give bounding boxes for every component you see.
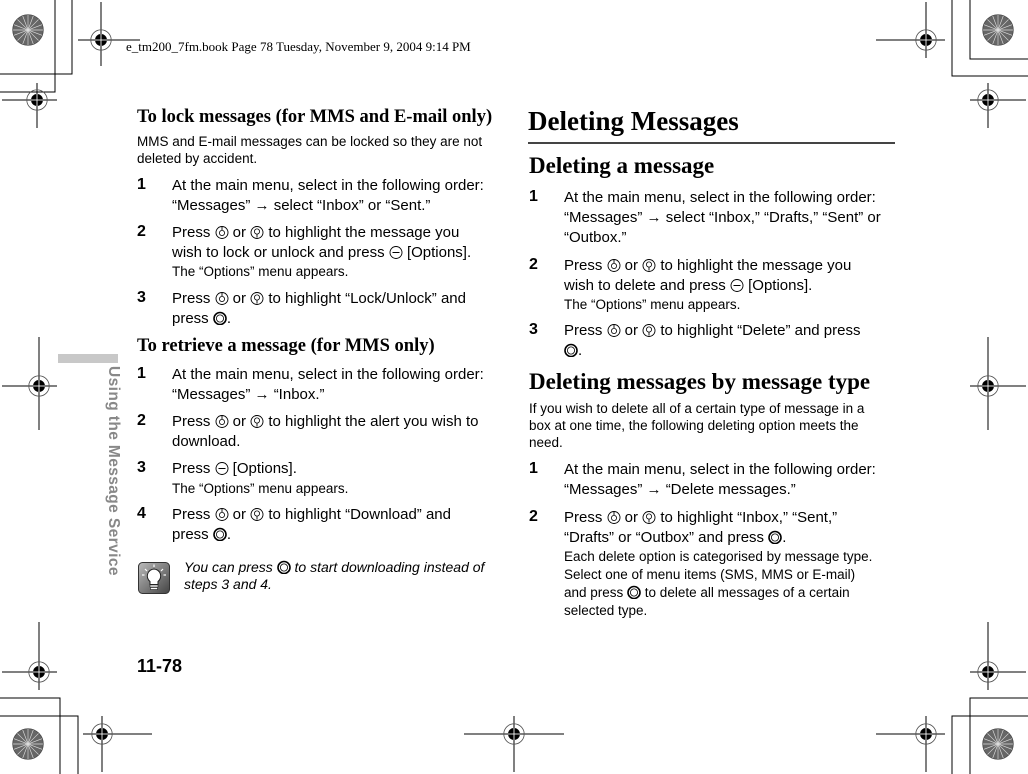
file-info-header: e_tm200_7fm.book Page 78 Tuesday, Novemb… [126, 39, 471, 54]
nav-down-key-icon [250, 225, 264, 239]
center-key-icon [564, 343, 578, 357]
nav-down-key-icon [250, 507, 264, 521]
lock-intro: MMS and E-mail messages can be locked so… [137, 134, 483, 166]
nav-down-key-icon [250, 414, 264, 428]
nav-up-key-icon [607, 323, 621, 337]
lightbulb-tip-icon [138, 562, 170, 594]
nav-up-key-icon [215, 507, 229, 521]
retrieve-heading: To retrieve a message (for MMS only) [137, 336, 435, 356]
nav-down-key-icon [250, 291, 264, 305]
center-key-icon [627, 585, 641, 599]
nav-up-key-icon [215, 414, 229, 428]
center-key-icon [213, 311, 227, 325]
center-key-icon [213, 527, 227, 541]
left-soft-key-icon [730, 278, 744, 292]
section-tab-bar [58, 354, 118, 363]
lock-heading: To lock messages (for MMS and E-mail onl… [137, 107, 493, 127]
nav-down-key-icon [642, 510, 656, 524]
center-key-icon [768, 530, 782, 544]
nav-down-key-icon [642, 258, 656, 272]
left-soft-key-icon [389, 245, 403, 259]
left-soft-key-icon [215, 461, 229, 475]
nav-down-key-icon [642, 323, 656, 337]
page-number: 11-78 [137, 656, 183, 676]
section-title-vertical: Using the Message Service [105, 366, 122, 576]
title-divider [528, 142, 895, 144]
delete-one-heading: Deleting a message [529, 153, 715, 178]
nav-up-key-icon [215, 225, 229, 239]
delete-type-intro: If you wish to delete all of a certain t… [529, 401, 865, 450]
nav-up-key-icon [215, 291, 229, 305]
delete-type-heading: Deleting messages by message type [529, 369, 871, 394]
nav-up-key-icon [607, 258, 621, 272]
page-title: Deleting Messages [528, 106, 739, 136]
center-key-icon [277, 560, 291, 574]
nav-up-key-icon [607, 510, 621, 524]
tip-text: You can press to start downloading inste… [184, 559, 485, 592]
